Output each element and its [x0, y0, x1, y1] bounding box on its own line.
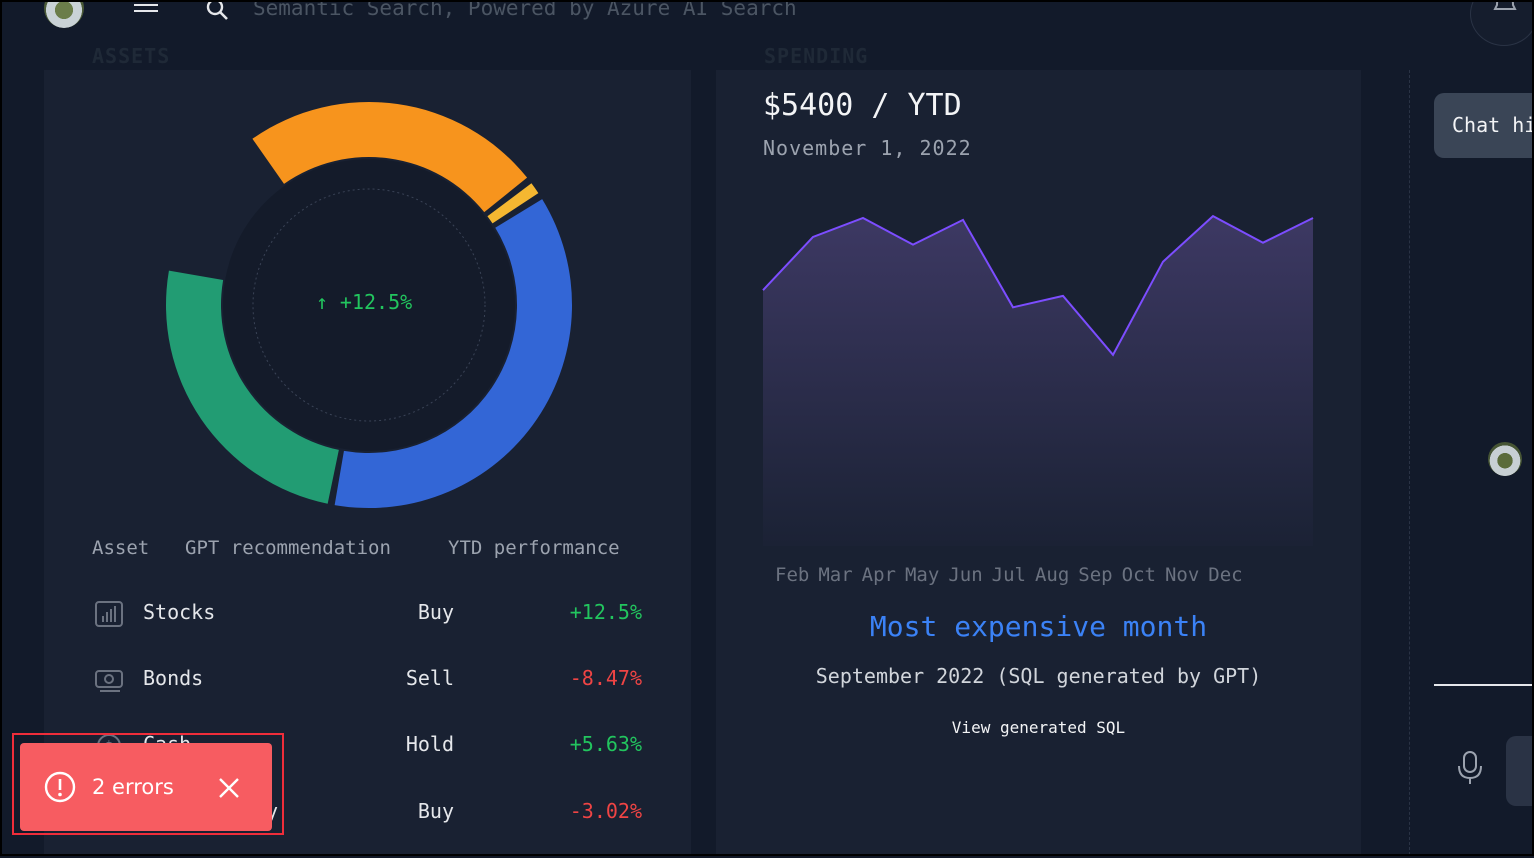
- column-header-recommendation: GPT recommendation: [185, 537, 391, 559]
- table-row[interactable]: Stocks Buy +12.5%: [44, 598, 691, 648]
- microphone-icon[interactable]: [1456, 750, 1484, 786]
- ytd-performance: -8.47%: [569, 666, 642, 690]
- month-tick-label: Oct: [1121, 564, 1156, 586]
- asset-name: Bonds: [143, 666, 204, 690]
- month-axis: Feb Mar Apr May Jun Jul Aug Sep Oct Nov Dec: [775, 564, 1252, 586]
- top-bar: Semantic Search, Powered by Azure AI Sea…: [2, 0, 1532, 46]
- month-tick-label: Aug: [1034, 564, 1070, 586]
- alert-icon: [44, 771, 76, 803]
- banknote-icon: [95, 670, 123, 692]
- view-sql-link[interactable]: View generated SQL: [716, 718, 1361, 737]
- chat-avatar: [1488, 442, 1522, 476]
- spending-area-fill: [763, 216, 1313, 546]
- gpt-recommendation: Buy: [417, 600, 454, 624]
- error-toast[interactable]: 2 errors: [20, 743, 272, 831]
- panel-divider: [1409, 70, 1410, 854]
- month-tick-label: Sep: [1078, 564, 1113, 586]
- chat-input-underline: [1434, 684, 1532, 686]
- spending-area-chart: [762, 214, 1314, 546]
- menu-icon[interactable]: [134, 4, 158, 18]
- chat-bubble: Chat hi: [1434, 93, 1534, 158]
- gpt-recommendation: Buy: [417, 799, 454, 823]
- ytd-performance: -3.02%: [569, 799, 642, 823]
- close-icon[interactable]: [218, 777, 240, 799]
- most-expensive-title: Most expensive month: [869, 610, 1208, 643]
- column-header-asset: Asset: [92, 537, 150, 559]
- chart-icon: [95, 601, 123, 627]
- asset-name: Stocks: [143, 600, 216, 624]
- month-tick-label: Feb: [775, 564, 810, 586]
- spending-section-label: SPENDING: [764, 44, 869, 68]
- month-tick-label: Nov: [1164, 564, 1200, 586]
- month-tick-label: Apr: [861, 564, 896, 586]
- spending-card: $5400 / YTD November 1, 2022 Feb Mar Apr Ma…: [716, 70, 1361, 854]
- search-icon[interactable]: [204, 0, 230, 22]
- month-tick-label: Mar: [818, 564, 853, 586]
- assets-section-label: ASSETS: [92, 44, 171, 68]
- gpt-recommendation: Hold: [405, 732, 454, 756]
- most-expensive-subtitle: September 2022 (SQL generated by GPT): [815, 664, 1262, 688]
- month-tick-label: May: [904, 564, 940, 586]
- avatar[interactable]: [44, 2, 84, 28]
- notification-bell-icon[interactable]: [1470, 2, 1532, 46]
- chat-bubble-text: Chat hi: [1452, 113, 1534, 137]
- search-input[interactable]: Semantic Search, Powered by Azure AI Sea…: [253, 2, 797, 20]
- ytd-performance: +12.5%: [569, 600, 642, 624]
- month-tick-label: Jun: [948, 564, 983, 586]
- send-button[interactable]: [1506, 736, 1532, 806]
- column-header-performance: YTD performance: [448, 537, 620, 559]
- gpt-recommendation: Sell: [405, 666, 454, 690]
- month-tick-label: Dec: [1208, 564, 1243, 586]
- error-count-text: 2 errors: [92, 775, 174, 799]
- ytd-performance: +5.63%: [569, 732, 642, 756]
- month-tick-label: Jul: [991, 564, 1026, 586]
- donut-center-performance: ↑ +12.5%: [315, 290, 413, 314]
- app-frame: Semantic Search, Powered by Azure AI Sea…: [0, 0, 1534, 856]
- table-row[interactable]: Bonds Sell -8.47%: [44, 664, 691, 714]
